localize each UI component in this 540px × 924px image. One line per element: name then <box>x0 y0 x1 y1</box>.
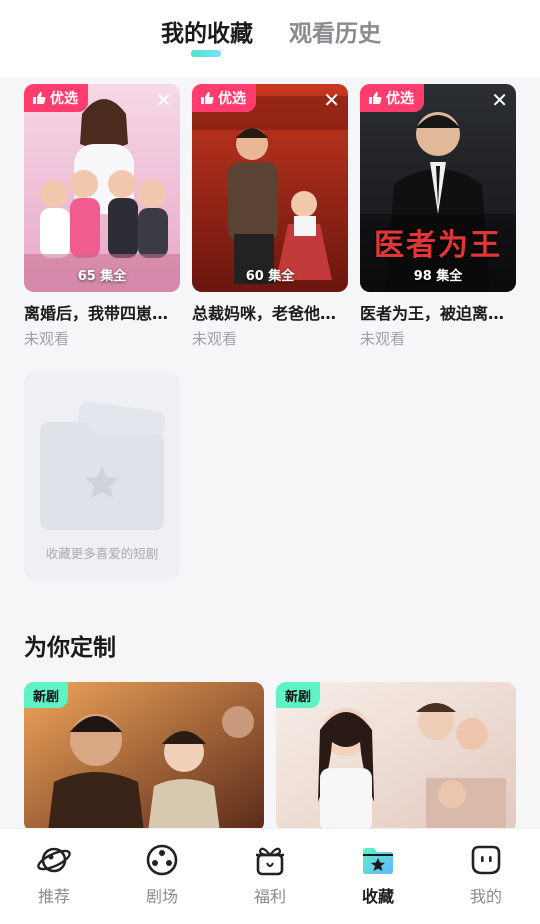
top-tab-bar: 我的收藏 观看历史 <box>0 0 540 78</box>
nav-label: 剧场 <box>145 887 178 906</box>
drama-title: 离婚后，我带四崽… <box>24 304 169 323</box>
new-drama-badge: 新剧 <box>24 682 69 708</box>
pick-badge-label: 优选 <box>386 91 414 107</box>
nav-label: 我的 <box>469 887 502 906</box>
film-reel-icon <box>146 844 178 876</box>
episode-count: 65 集全 <box>77 269 127 284</box>
nav-welfare[interactable]: 福利 <box>230 843 310 907</box>
profile-face-icon <box>471 845 501 875</box>
nav-label: 福利 <box>253 887 286 906</box>
poster-image: 优选 ✕ 60 集全 <box>192 84 348 292</box>
favorite-card[interactable]: 优选 ✕ 65 集全 离婚后，我带四崽… 未观看 <box>24 84 180 349</box>
episode-count: 98 集全 <box>413 269 463 284</box>
active-tab-indicator <box>191 50 221 57</box>
remove-favorite-button[interactable]: ✕ <box>491 90 508 110</box>
watch-status: 未观看 <box>24 330 70 348</box>
pick-badge: 优选 <box>360 84 424 112</box>
nav-theater[interactable]: 剧场 <box>122 843 202 907</box>
nav-favorites[interactable]: 收藏 <box>338 843 418 907</box>
recommendation-card[interactable]: 新剧 <box>24 682 264 832</box>
pick-badge-label: 优选 <box>218 91 246 107</box>
pick-badge: 优选 <box>192 84 256 112</box>
folder-star-icon <box>363 848 393 874</box>
drama-title: 医者为王，被迫离… <box>360 304 505 323</box>
favorite-card[interactable]: 医者为王 优选 ✕ 98 集全 医者为王，被迫离… 未观看 <box>360 84 516 349</box>
poster-art <box>24 84 180 292</box>
thumbs-up-icon <box>33 92 46 104</box>
poster-title-text: 医者为王 <box>374 228 502 263</box>
nav-mine[interactable]: 我的 <box>446 843 526 907</box>
favorite-card[interactable]: 优选 ✕ 60 集全 总裁妈咪，老爸他… 未观看 <box>192 84 348 349</box>
section-title: 为你定制 <box>24 635 116 661</box>
recommendation-card[interactable]: 新剧 <box>276 682 516 832</box>
drama-title: 总裁妈咪，老爸他… <box>192 304 337 323</box>
pick-badge: 优选 <box>24 84 88 112</box>
poster-image: 医者为王 优选 ✕ 98 集全 <box>360 84 516 292</box>
add-more-placeholder[interactable]: 收藏更多喜爱的短剧 <box>24 372 180 580</box>
thumbs-up-icon <box>201 92 214 104</box>
nav-label: 推荐 <box>37 887 70 906</box>
poster-art <box>192 84 348 292</box>
episode-count: 60 集全 <box>245 269 295 284</box>
planet-icon <box>37 847 71 873</box>
nav-label: 收藏 <box>361 887 394 906</box>
bottom-navigation: 推荐 剧场 福利 收藏 我的 <box>0 828 540 924</box>
tab-history[interactable]: 观看历史 <box>289 14 381 48</box>
pick-badge-label: 优选 <box>50 91 78 107</box>
remove-favorite-button[interactable]: ✕ <box>323 90 340 110</box>
tab-favorites[interactable]: 我的收藏 <box>161 14 253 48</box>
remove-favorite-button[interactable]: ✕ <box>155 90 172 110</box>
thumbs-up-icon <box>369 92 382 104</box>
empty-hint-text: 收藏更多喜爱的短剧 <box>45 546 159 561</box>
watch-status: 未观看 <box>360 330 406 348</box>
poster-image: 优选 ✕ 65 集全 <box>24 84 180 292</box>
nav-recommend[interactable]: 推荐 <box>14 843 94 907</box>
watch-status: 未观看 <box>192 330 238 348</box>
new-drama-badge: 新剧 <box>276 682 321 708</box>
gift-icon <box>256 847 284 876</box>
